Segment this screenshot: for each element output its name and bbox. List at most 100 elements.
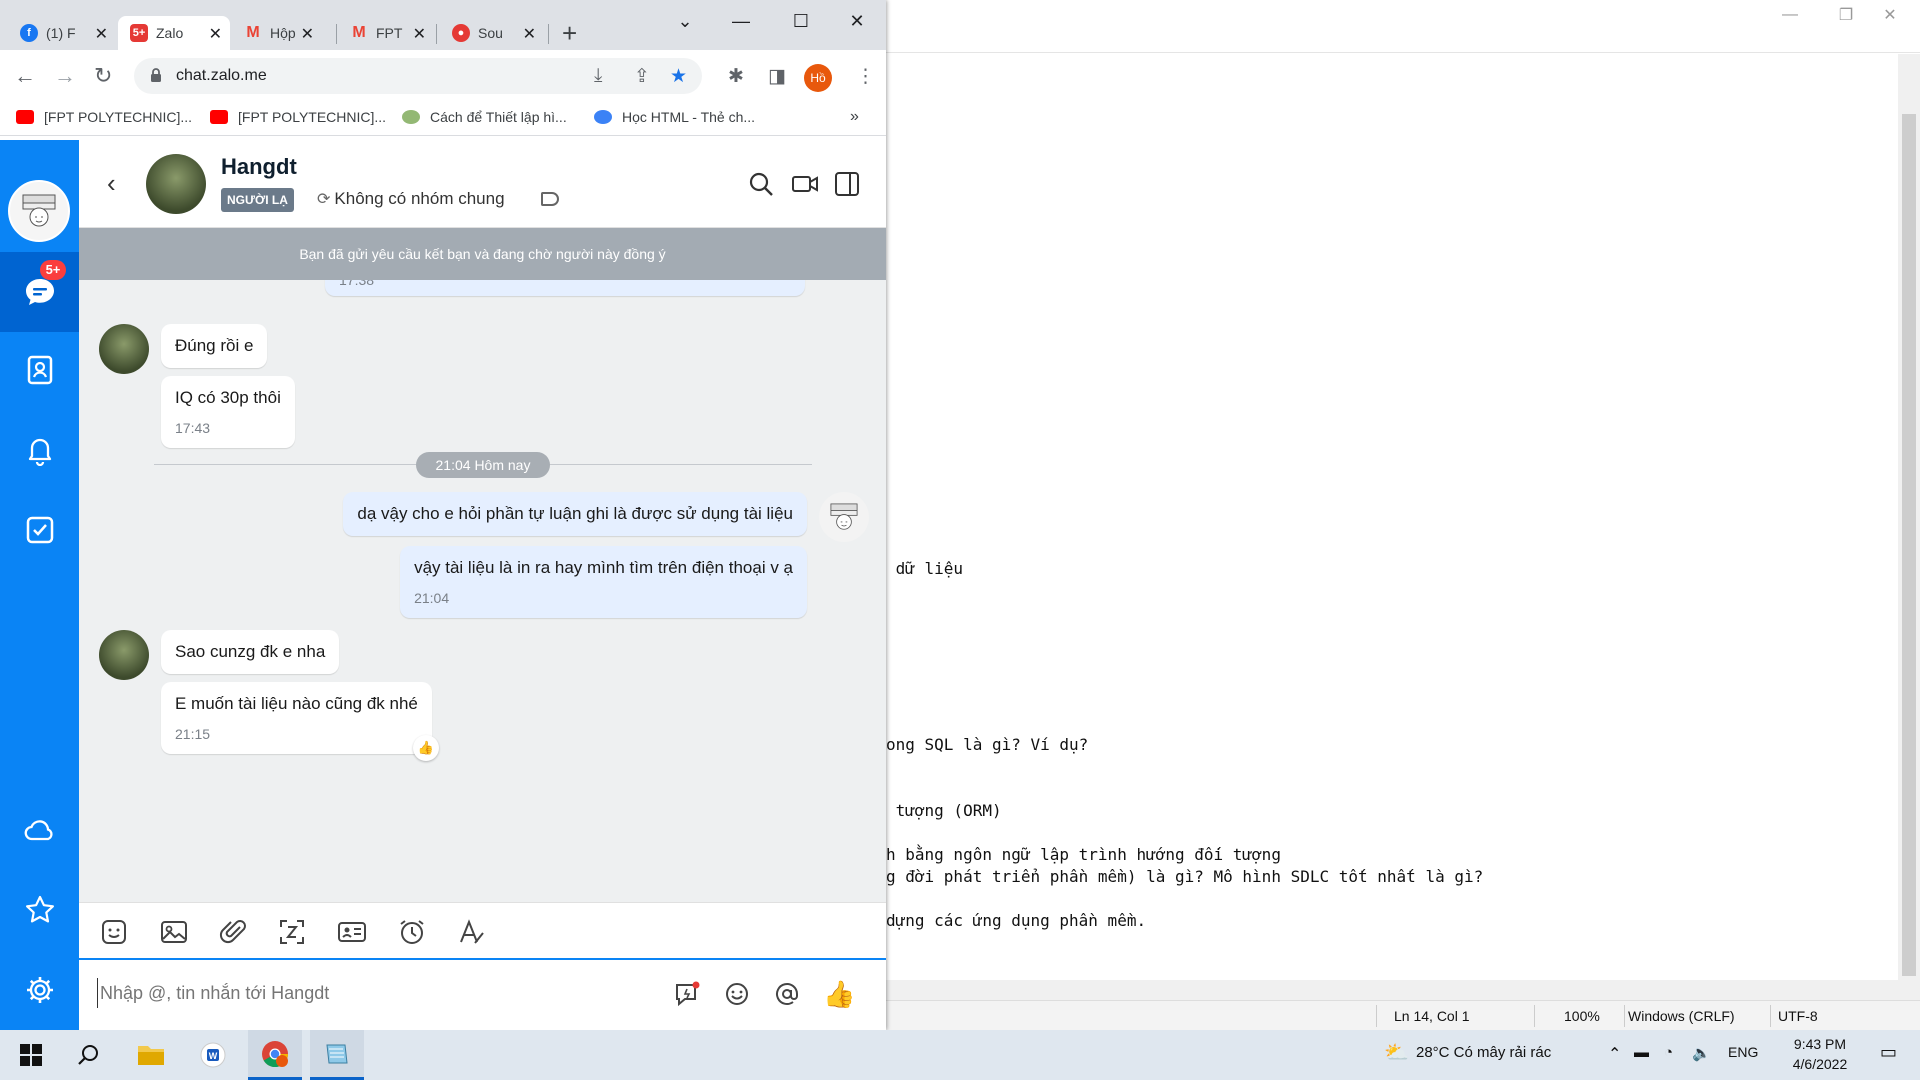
close-icon[interactable]: ✕ bbox=[209, 24, 222, 44]
emoji-icon[interactable] bbox=[723, 980, 751, 1008]
search-button[interactable] bbox=[62, 1030, 116, 1080]
notepad-text-area[interactable]: dữ liệu ong SQL là gì? Ví dụ? tượng (ORM… bbox=[886, 54, 1898, 980]
bookmark-star-icon[interactable]: ★ bbox=[670, 65, 687, 88]
tag-icon[interactable] bbox=[541, 192, 559, 206]
weather-icon[interactable]: ⛅ bbox=[1384, 1040, 1409, 1065]
start-button[interactable] bbox=[4, 1030, 58, 1080]
sidebar-item-cloud[interactable] bbox=[0, 790, 79, 870]
share-icon[interactable]: ⇪ bbox=[634, 65, 650, 88]
message-bubble[interactable]: Sao cunzg đk e nha bbox=[161, 630, 340, 674]
side-panel-icon[interactable]: ◨ bbox=[768, 66, 786, 88]
bookmark-item[interactable]: Học HTML - Thẻ ch... bbox=[594, 109, 755, 125]
battery-icon[interactable]: ▬ bbox=[1634, 1044, 1649, 1061]
message-list[interactable]: 17:38 Đúng rồi e IQ có 30p thôi 17:43 21… bbox=[79, 280, 886, 902]
taskbar-chrome[interactable] bbox=[248, 1030, 302, 1080]
tab-source[interactable]: ● Sou ✕ bbox=[440, 16, 544, 50]
language-indicator[interactable]: ENG bbox=[1728, 1044, 1758, 1060]
thumbs-up-icon: 👍 bbox=[417, 740, 435, 755]
like-reaction-button[interactable]: 👍 bbox=[413, 735, 439, 761]
back-chevron-icon[interactable]: ‹ bbox=[107, 168, 116, 199]
message-text: E muốn tài liệu nào cũng đk nhé bbox=[175, 694, 418, 713]
side-panel-icon[interactable] bbox=[833, 170, 861, 198]
sidebar-item-settings[interactable] bbox=[0, 950, 79, 1030]
bookmarks-overflow-button[interactable]: » bbox=[850, 108, 859, 126]
message-input[interactable] bbox=[97, 978, 617, 1008]
attachment-icon[interactable] bbox=[219, 917, 249, 947]
mention-icon[interactable] bbox=[773, 980, 801, 1008]
vertical-scrollbar[interactable] bbox=[1898, 54, 1920, 980]
bookmark-item[interactable]: Cách để Thiết lập hì... bbox=[402, 109, 567, 125]
wifi-icon[interactable]: ◔ bbox=[1664, 1044, 1673, 1061]
sticker-icon[interactable] bbox=[99, 917, 129, 947]
horizontal-scrollbar[interactable] bbox=[886, 980, 1920, 1000]
tab-gmail-fpt[interactable]: M FPT ✕ bbox=[338, 16, 434, 50]
tab-gmail-inbox[interactable]: M Hộp ✕ bbox=[232, 16, 322, 50]
message-bubble[interactable]: E muốn tài liệu nào cũng đk nhé 21:15 bbox=[161, 682, 432, 754]
bookmark-item[interactable]: [FPT POLYTECHNIC]... bbox=[16, 109, 192, 125]
contact-name[interactable]: Hangdt bbox=[221, 154, 297, 180]
sidebar-item-favorites[interactable] bbox=[0, 870, 79, 950]
bookmark-item[interactable]: [FPT POLYTECHNIC]... bbox=[210, 109, 386, 125]
message-bubble[interactable]: vậy tài liệu là in ra hay mình tìm trên … bbox=[400, 546, 807, 618]
contact-avatar[interactable] bbox=[99, 324, 149, 374]
clock-time[interactable]: 9:43 PM bbox=[1784, 1036, 1856, 1052]
forward-icon[interactable]: → bbox=[54, 64, 76, 88]
sidebar-item-contacts[interactable] bbox=[0, 330, 79, 410]
weather-text[interactable]: 28°C Có mây rải rác bbox=[1416, 1044, 1551, 1061]
notification-center-icon[interactable]: ▭ bbox=[1880, 1042, 1897, 1063]
url-text[interactable]: chat.zalo.me bbox=[176, 67, 267, 85]
back-icon[interactable]: ← bbox=[14, 64, 36, 88]
line-ending: Windows (CRLF) bbox=[1628, 1008, 1735, 1024]
menu-icon[interactable]: ⋮ bbox=[856, 66, 875, 88]
close-icon[interactable]: ✕ bbox=[523, 24, 536, 44]
my-avatar[interactable] bbox=[819, 492, 869, 542]
mutual-groups[interactable]: ⟳ Không có nhóm chung bbox=[317, 189, 505, 209]
extensions-icon[interactable]: ✱ bbox=[728, 66, 744, 88]
profile-avatar[interactable]: Hồ bbox=[804, 64, 832, 92]
tab-search-icon[interactable]: ⌄ bbox=[662, 6, 708, 36]
my-avatar[interactable] bbox=[8, 180, 70, 242]
clock-date[interactable]: 4/6/2022 bbox=[1784, 1056, 1856, 1072]
sidebar-item-messages[interactable] bbox=[0, 252, 79, 332]
screenshot-icon[interactable] bbox=[277, 917, 307, 947]
minimize-icon[interactable]: — bbox=[1762, 0, 1818, 30]
message-bubble[interactable]: Đúng rồi e bbox=[161, 324, 268, 368]
tab-label: Zalo bbox=[156, 25, 184, 41]
search-icon[interactable] bbox=[747, 170, 775, 198]
maximize-icon[interactable]: ☐ bbox=[778, 6, 824, 36]
alarm-clock-icon[interactable] bbox=[397, 917, 427, 947]
sidebar-item-todo[interactable] bbox=[0, 490, 79, 570]
message-bubble[interactable]: IQ có 30p thôi 17:43 bbox=[161, 376, 295, 448]
text-format-icon[interactable] bbox=[457, 917, 487, 947]
chevron-up-icon[interactable]: ⌃ bbox=[1608, 1044, 1621, 1064]
taskbar-file-explorer[interactable] bbox=[124, 1030, 178, 1080]
business-card-icon[interactable] bbox=[337, 917, 367, 947]
close-icon[interactable]: ✕ bbox=[95, 24, 108, 44]
message-bubble[interactable]: 17:38 bbox=[325, 280, 805, 296]
close-icon[interactable]: ✕ bbox=[301, 24, 314, 44]
reload-icon[interactable]: ↻ bbox=[94, 64, 112, 88]
contact-avatar[interactable] bbox=[99, 630, 149, 680]
close-icon[interactable]: ✕ bbox=[413, 24, 426, 44]
sidebar-item-notifications[interactable] bbox=[0, 410, 79, 490]
thumbs-up-send-icon[interactable]: 👍 bbox=[823, 980, 855, 1008]
contact-avatar[interactable] bbox=[146, 154, 206, 214]
tab-facebook[interactable]: f (1) F ✕ bbox=[8, 16, 116, 50]
tab-zalo[interactable]: 5+ Zalo ✕ bbox=[118, 16, 230, 50]
image-icon[interactable] bbox=[159, 917, 189, 947]
close-icon[interactable]: ✕ bbox=[1862, 0, 1918, 30]
minimize-icon[interactable]: — bbox=[718, 6, 764, 36]
taskbar-notepad[interactable] bbox=[310, 1030, 364, 1080]
taskbar-word[interactable]: W bbox=[186, 1030, 240, 1080]
install-icon[interactable]: ⤓ bbox=[594, 65, 602, 87]
new-tab-button[interactable]: + bbox=[562, 18, 577, 48]
volume-icon[interactable]: 🔈 bbox=[1692, 1044, 1711, 1062]
quick-message-icon[interactable] bbox=[673, 980, 701, 1008]
close-window-icon[interactable]: ✕ bbox=[834, 6, 880, 36]
video-call-icon[interactable] bbox=[791, 170, 819, 198]
tab-label: Sou bbox=[478, 25, 503, 41]
message-bubble[interactable]: dạ vậy cho e hỏi phần tự luận ghi là đượ… bbox=[343, 492, 807, 536]
scrollbar-thumb[interactable] bbox=[1902, 114, 1916, 976]
lock-icon[interactable] bbox=[150, 67, 162, 83]
address-bar[interactable]: chat.zalo.me ⤓ ⇪ ★ bbox=[134, 58, 702, 94]
